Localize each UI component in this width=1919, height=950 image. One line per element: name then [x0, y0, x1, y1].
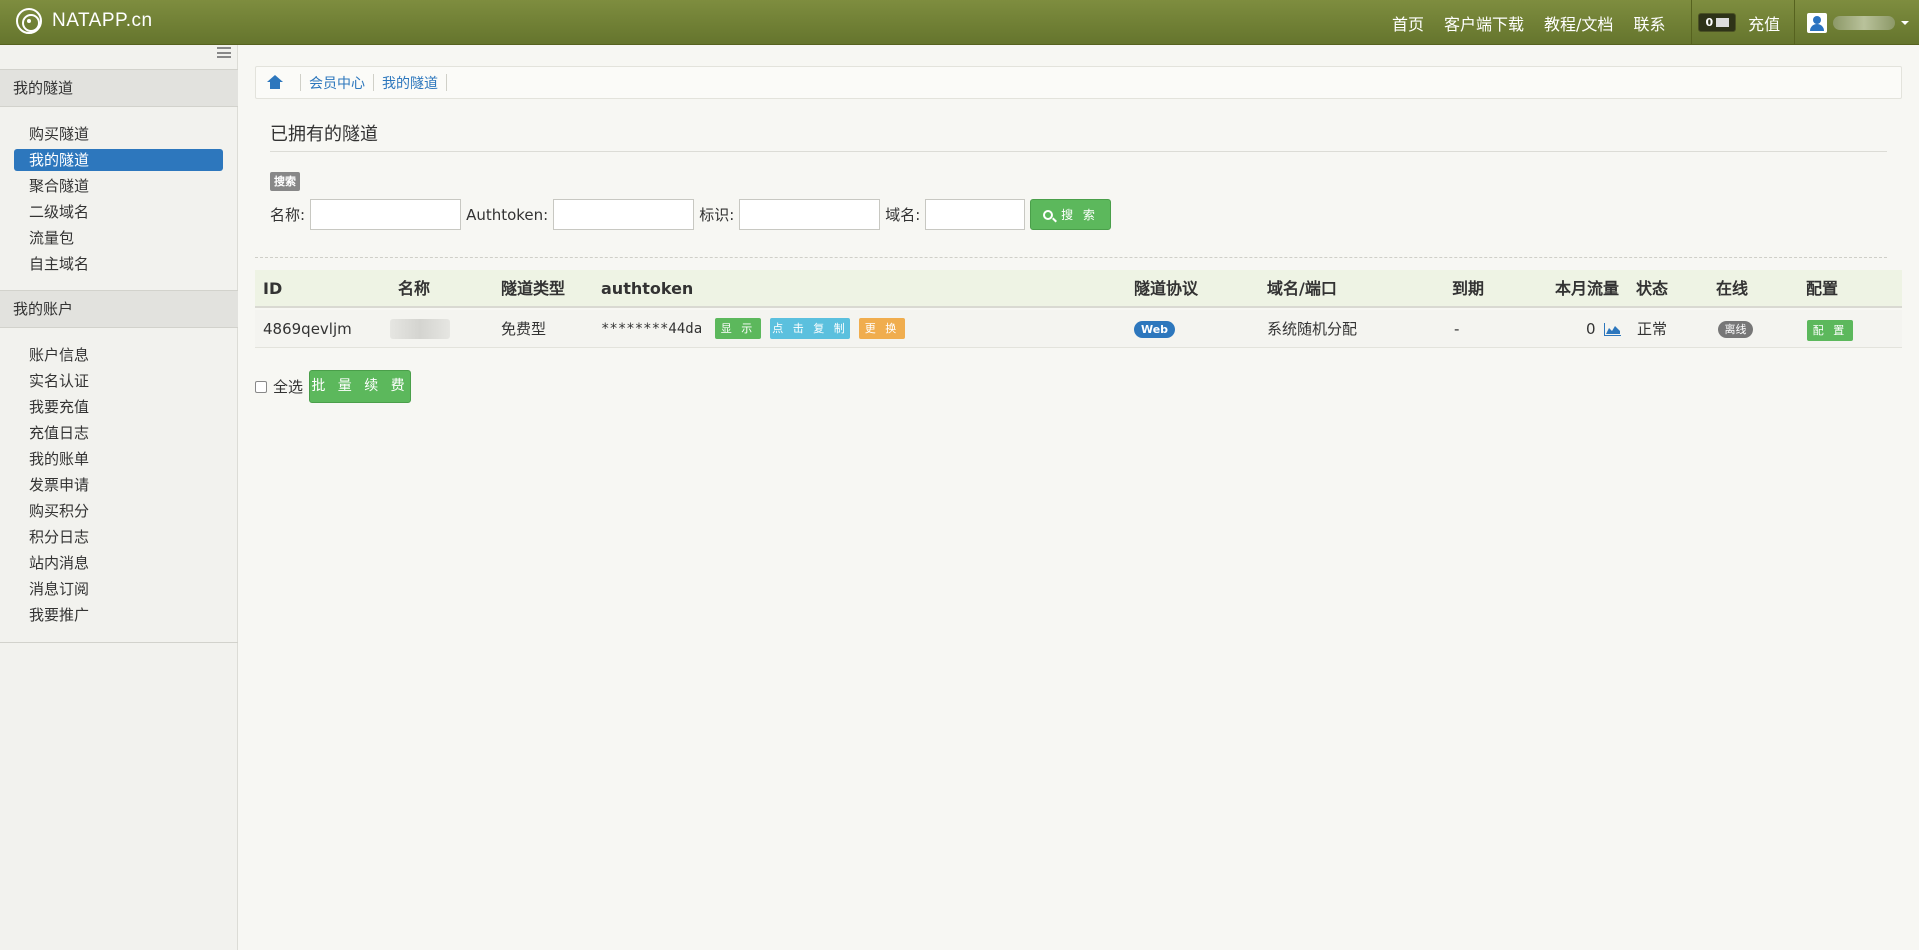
- tunnel-expire: -: [1454, 320, 1460, 338]
- sidebar-item-recharge[interactable]: 我要充值: [14, 396, 223, 418]
- col-traffic: 本月流量: [1555, 279, 1620, 298]
- sidebar-item-referral[interactable]: 我要推广: [14, 604, 223, 626]
- sidebar-item-messages[interactable]: 站内消息: [14, 552, 223, 574]
- col-config: 配置: [1806, 279, 1839, 298]
- col-name: 名称: [398, 279, 431, 298]
- search-form: 名称: Authtoken: 标识: 域名:: [270, 199, 1026, 230]
- tunnel-domain: 系统随机分配: [1267, 320, 1358, 338]
- top-navbar: NATAPP.cn 首页 客户端下载 教程/文档 联系 0 充值: [0, 0, 1919, 45]
- crumb-separator: [300, 74, 301, 91]
- nav-docs-link[interactable]: 教程/文档: [1544, 11, 1613, 35]
- search-label-badge: 搜索: [270, 172, 300, 191]
- sidebar-item-my-tunnels[interactable]: 我的隧道: [14, 149, 223, 171]
- domain-label: 域名:: [885, 206, 921, 224]
- sidebar-item-verification[interactable]: 实名认证: [14, 370, 223, 392]
- tunnel-name-redacted: [390, 319, 450, 339]
- search-button[interactable]: 搜 索: [1030, 199, 1111, 230]
- natapp-logo-icon: [16, 8, 42, 34]
- sidebar-item-buy-points[interactable]: 购买积分: [14, 500, 223, 522]
- col-type: 隧道类型: [501, 279, 566, 298]
- online-status-badge: 离线: [1718, 321, 1753, 338]
- sidebar-item-subscriptions[interactable]: 消息订阅: [14, 578, 223, 600]
- tunnel-type: 免费型: [501, 320, 547, 338]
- sidebar-section-tunnels: 我的隧道: [0, 69, 238, 107]
- tag-label: 标识:: [699, 206, 735, 224]
- show-token-button[interactable]: 显 示: [715, 318, 761, 339]
- name-label: 名称:: [270, 206, 306, 224]
- brand[interactable]: NATAPP.cn: [16, 8, 153, 34]
- area-chart-icon[interactable]: [1604, 323, 1621, 336]
- name-input[interactable]: [310, 199, 462, 230]
- tunnel-status: 正常: [1637, 320, 1668, 338]
- tunnel-traffic: 0: [1586, 320, 1596, 338]
- message-count: 0: [1705, 16, 1714, 29]
- sidebar-collapse-icon[interactable]: [217, 47, 231, 58]
- sidebar-item-subdomains[interactable]: 二级域名: [14, 201, 223, 223]
- breadcrumb: 会员中心 我的隧道: [255, 66, 1902, 99]
- select-all[interactable]: 全选: [255, 376, 303, 397]
- col-protocol: 隧道协议: [1134, 279, 1199, 298]
- domain-input[interactable]: [925, 199, 1026, 230]
- sidebar-item-invoice[interactable]: 发票申请: [14, 474, 223, 496]
- title-divider: [270, 151, 1887, 152]
- col-id: ID: [263, 279, 283, 298]
- chevron-down-icon: [1901, 20, 1910, 25]
- nav-divider: [1691, 0, 1693, 45]
- table-row: 4869qevljm 免费型 ********44da 显 示 点 击 复 制 …: [255, 310, 1902, 348]
- page-title: 已拥有的隧道: [270, 124, 378, 145]
- sidebar-item-buy-tunnel[interactable]: 购买隧道: [14, 123, 223, 145]
- home-icon[interactable]: [267, 75, 283, 90]
- breadcrumb-member-center[interactable]: 会员中心: [309, 73, 365, 93]
- crumb-separator: [446, 74, 447, 91]
- copy-token-button[interactable]: 点 击 复 制: [770, 318, 850, 339]
- sidebar-item-traffic-packs[interactable]: 流量包: [14, 227, 223, 249]
- protocol-badge: Web: [1134, 321, 1175, 338]
- nav-home-link[interactable]: 首页: [1392, 11, 1424, 35]
- user-name-redacted: [1833, 15, 1896, 30]
- breadcrumb-my-tunnels[interactable]: 我的隧道: [382, 73, 438, 93]
- sidebar-item-points-log[interactable]: 积分日志: [14, 526, 223, 548]
- user-menu[interactable]: [1807, 12, 1910, 33]
- nav-recharge-link[interactable]: 充值: [1748, 11, 1780, 35]
- nav-download-link[interactable]: 客户端下载: [1444, 11, 1524, 35]
- batch-renew-button[interactable]: 批 量 续 费: [309, 370, 411, 403]
- col-authtoken: authtoken: [601, 279, 694, 298]
- crumb-separator: [373, 74, 374, 91]
- sidebar-item-aggregate-tunnels[interactable]: 聚合隧道: [14, 175, 223, 197]
- message-badge[interactable]: 0: [1698, 13, 1737, 32]
- col-status: 状态: [1636, 279, 1669, 298]
- col-expire: 到期: [1452, 279, 1485, 298]
- dashed-divider: [255, 257, 1887, 258]
- authtoken-input[interactable]: [553, 199, 695, 230]
- sidebar-item-account-info[interactable]: 账户信息: [14, 344, 223, 366]
- nav-links: 首页 客户端下载 教程/文档 联系 0 充值: [1392, 0, 1910, 45]
- sidebar-item-bills[interactable]: 我的账单: [14, 448, 223, 470]
- envelope-icon: [1716, 18, 1730, 27]
- sidebar-divider: [0, 642, 238, 643]
- nav-divider: [1794, 0, 1796, 45]
- select-all-label: 全选: [273, 378, 304, 396]
- tunnel-id: 4869qevljm: [263, 320, 352, 338]
- brand-name: NATAPP.cn: [52, 10, 153, 31]
- change-token-button[interactable]: 更 换: [859, 318, 905, 339]
- sidebar-section-account: 我的账户: [0, 290, 238, 328]
- col-online: 在线: [1716, 279, 1749, 298]
- search-icon: [1043, 209, 1054, 220]
- sidebar-item-recharge-log[interactable]: 充值日志: [14, 422, 223, 444]
- tunnel-authtoken: ********44da: [601, 321, 703, 337]
- nav-contact-link[interactable]: 联系: [1633, 11, 1665, 35]
- authtoken-label: Authtoken:: [466, 205, 549, 224]
- search-button-label: 搜 索: [1061, 208, 1098, 222]
- select-all-checkbox[interactable]: [255, 380, 267, 393]
- sidebar: 我的隧道 购买隧道 我的隧道 聚合隧道 二级域名 流量包 自主域名 我的账户 账…: [0, 45, 238, 950]
- user-avatar-icon: [1807, 12, 1828, 33]
- sidebar-item-custom-domains[interactable]: 自主域名: [14, 253, 223, 275]
- table-header: ID 名称 隧道类型 authtoken 隧道协议 域名/端口 到期 本月流量 …: [255, 270, 1902, 308]
- config-button[interactable]: 配 置: [1807, 320, 1853, 341]
- col-domain: 域名/端口: [1267, 279, 1337, 298]
- tag-input[interactable]: [739, 199, 881, 230]
